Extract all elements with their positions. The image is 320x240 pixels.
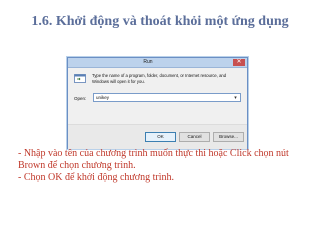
chevron-down-icon[interactable]: ▾ (232, 94, 239, 101)
dialog-button-bar: OK Cancel Browse... (68, 124, 247, 149)
browse-button[interactable]: Browse... (213, 132, 244, 142)
ok-button[interactable]: OK (145, 132, 176, 142)
instruction-list: - Nhập vào tên của chương trình muốn thự… (18, 148, 308, 184)
run-program-icon (74, 74, 86, 83)
instruction-item: - Nhập vào tên của chương trình muốn thự… (18, 148, 289, 171)
run-description: Type the name of a program, folder, docu… (92, 73, 227, 84)
run-dialog-body: Type the name of a program, folder, docu… (68, 68, 247, 149)
open-label: Open: (74, 96, 87, 101)
close-button[interactable]: ✕ (233, 59, 245, 66)
instruction-item: - Chọn OK để khởi động chương trình. (18, 172, 174, 183)
cancel-button[interactable]: Cancel (179, 132, 210, 142)
slide-title: 1.6. Khởi động và thoát khỏi một ứng dụn… (31, 14, 289, 29)
open-input[interactable]: unikey (96, 94, 109, 102)
run-dialog-title: Run (143, 59, 153, 65)
open-combobox[interactable]: unikey ▾ (93, 93, 241, 102)
run-dialog-titlebar[interactable]: Run ✕ (68, 58, 247, 68)
run-dialog: Run ✕ Type the name of a program, folder… (67, 57, 248, 149)
